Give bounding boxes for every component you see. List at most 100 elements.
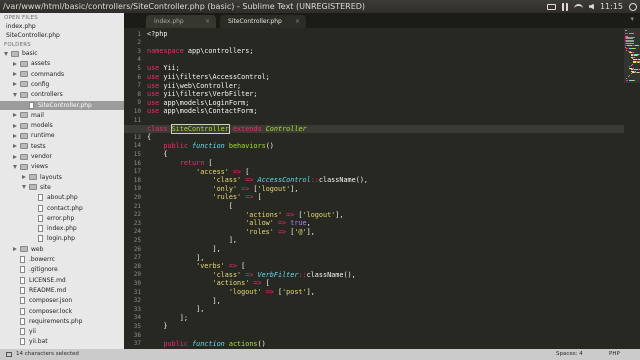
code-line[interactable]: 'logout' => ['post'], bbox=[147, 288, 315, 296]
open-file-item[interactable]: SiteController.php bbox=[6, 31, 60, 40]
tab-overflow-icon[interactable]: ▾ bbox=[630, 15, 634, 23]
wifi-icon[interactable] bbox=[573, 4, 583, 9]
tree-file-item[interactable]: .gitignore bbox=[0, 265, 58, 274]
tree-file-item[interactable]: yii.bat bbox=[0, 337, 48, 346]
bluetooth-icon[interactable] bbox=[561, 2, 568, 11]
tree-file-item[interactable]: yii bbox=[0, 327, 36, 336]
tree-folder-item[interactable]: layouts bbox=[0, 173, 62, 182]
tab-index-php[interactable]: index.php × bbox=[146, 15, 216, 28]
code-line[interactable]: ], bbox=[147, 245, 220, 253]
code-line[interactable]: { bbox=[147, 133, 151, 141]
tree-folder-item[interactable]: basic bbox=[0, 49, 38, 58]
indentation-setting[interactable]: Spaces: 4 bbox=[556, 349, 583, 360]
disclosure-closed-icon[interactable] bbox=[13, 144, 17, 149]
disclosure-closed-icon[interactable] bbox=[13, 247, 17, 252]
code-line[interactable]: } bbox=[147, 322, 167, 330]
tree-folder-item[interactable]: assets bbox=[0, 59, 50, 68]
code-token: public bbox=[163, 141, 188, 150]
code-line[interactable]: use yii\web\Controller; bbox=[147, 82, 241, 90]
code-line[interactable]: use app\models\ContactForm; bbox=[147, 107, 258, 115]
code-line[interactable]: 'roles' => ['@'], bbox=[147, 228, 315, 236]
tree-folder-item[interactable]: config bbox=[0, 80, 49, 89]
tree-folder-item[interactable]: runtime bbox=[0, 131, 55, 140]
tree-item-label: .bowerrc bbox=[29, 256, 55, 263]
tree-folder-item[interactable]: models bbox=[0, 121, 53, 130]
code-line[interactable]: use app\models\LoginForm; bbox=[147, 99, 249, 107]
code-line[interactable]: <?php bbox=[147, 30, 167, 38]
tree-file-item[interactable]: LICENSE.md bbox=[0, 276, 66, 285]
open-file-item[interactable]: index.php bbox=[6, 22, 36, 31]
minimap[interactable] bbox=[624, 28, 640, 349]
tree-file-item[interactable]: login.php bbox=[0, 234, 75, 243]
code-line[interactable]: 'access' => [ bbox=[147, 168, 249, 176]
power-icon[interactable] bbox=[629, 2, 637, 11]
code-line[interactable]: { bbox=[147, 150, 167, 158]
code-line[interactable]: public function actions() bbox=[147, 340, 265, 348]
code-line[interactable]: ], bbox=[147, 297, 220, 305]
tree-folder-item[interactable]: views bbox=[0, 162, 48, 171]
tree-folder-item[interactable]: commands bbox=[0, 70, 64, 79]
code-line[interactable]: ], bbox=[147, 254, 204, 262]
tree-file-item[interactable]: contact.php bbox=[0, 204, 83, 213]
tree-folder-item[interactable]: site bbox=[0, 183, 51, 192]
disclosure-open-icon[interactable] bbox=[13, 164, 17, 169]
tab-sitecontroller-php[interactable]: SiteController.php × bbox=[220, 15, 306, 28]
disclosure-closed-icon[interactable] bbox=[13, 123, 17, 128]
volume-icon[interactable] bbox=[588, 3, 594, 10]
file-icon bbox=[38, 235, 43, 243]
tab-close-icon[interactable]: × bbox=[295, 15, 300, 28]
code-line[interactable]: ]; bbox=[147, 314, 188, 322]
disclosure-closed-icon[interactable] bbox=[13, 133, 17, 138]
tree-file-item[interactable]: composer.lock bbox=[0, 307, 72, 316]
disclosure-open-icon[interactable] bbox=[13, 92, 17, 97]
code-line[interactable]: 'verbs' => [ bbox=[147, 262, 245, 270]
tree-file-item[interactable]: .bowerrc bbox=[0, 255, 55, 264]
disclosure-closed-icon[interactable] bbox=[13, 61, 17, 66]
disclosure-open-icon[interactable] bbox=[4, 51, 8, 56]
code-line[interactable]: return [ bbox=[147, 159, 213, 167]
tree-file-item[interactable]: error.php bbox=[0, 214, 74, 223]
tree-file-item[interactable]: about.php bbox=[0, 193, 78, 202]
disclosure-closed-icon[interactable] bbox=[13, 72, 17, 77]
tree-folder-item[interactable]: vendor bbox=[0, 152, 52, 161]
tree-file-item[interactable]: README.md bbox=[0, 286, 66, 295]
tree-file-item[interactable]: SiteController.php bbox=[0, 100, 124, 110]
clock[interactable]: 11:15 bbox=[600, 0, 623, 13]
tree-folder-item[interactable]: web bbox=[0, 245, 43, 254]
disclosure-closed-icon[interactable] bbox=[13, 82, 17, 87]
disclosure-open-icon[interactable] bbox=[22, 185, 26, 190]
disclosure-closed-icon[interactable] bbox=[22, 175, 26, 180]
code-line[interactable]: [ bbox=[147, 202, 233, 210]
tree-file-item[interactable]: composer.json bbox=[0, 296, 72, 305]
tab-close-icon[interactable]: × bbox=[205, 15, 210, 28]
code-line[interactable]: use yii\filters\VerbFilter; bbox=[147, 90, 258, 98]
code-line[interactable]: 'allow' => true, bbox=[147, 219, 311, 227]
code-line[interactable]: 'rules' => [ bbox=[147, 193, 261, 201]
selection-status: 14 characters selected bbox=[16, 351, 79, 357]
code-line[interactable]: public function behaviors() bbox=[147, 142, 274, 150]
disclosure-closed-icon[interactable] bbox=[13, 113, 17, 118]
tree-folder-item[interactable]: tests bbox=[0, 142, 46, 151]
code-line[interactable]: 'only' => ['logout'], bbox=[147, 185, 298, 193]
syntax-setting[interactable]: PHP bbox=[609, 349, 620, 360]
code-token: ], bbox=[306, 227, 315, 236]
panel-toggle-icon[interactable] bbox=[6, 352, 12, 357]
code-line[interactable]: 'class' => VerbFilter::className(), bbox=[147, 271, 355, 279]
code-line[interactable]: 'actions' => ['logout'], bbox=[147, 211, 343, 219]
code-line[interactable]: ], bbox=[147, 236, 237, 244]
tree-file-item[interactable]: index.php bbox=[0, 224, 77, 233]
mail-icon[interactable] bbox=[546, 3, 556, 10]
tree-folder-item[interactable]: mail bbox=[0, 111, 44, 120]
code-line[interactable]: class SiteController extends Controller bbox=[147, 123, 307, 134]
tree-file-item[interactable]: requirements.php bbox=[0, 317, 82, 326]
code-line[interactable]: 'actions' => [ bbox=[147, 279, 269, 287]
code-line[interactable]: ], bbox=[147, 305, 204, 313]
code-line[interactable]: 'class' => AccessControl::className(), bbox=[147, 176, 368, 184]
code-editor[interactable]: 1234567891011121314151617181920212223242… bbox=[124, 28, 640, 349]
tree-folder-item[interactable]: controllers bbox=[0, 90, 63, 99]
code-line[interactable]: namespace app\controllers; bbox=[147, 47, 253, 55]
disclosure-closed-icon[interactable] bbox=[13, 154, 17, 159]
code-line[interactable]: use Yii; bbox=[147, 64, 180, 72]
code-line[interactable]: use yii\filters\AccessControl; bbox=[147, 73, 270, 81]
